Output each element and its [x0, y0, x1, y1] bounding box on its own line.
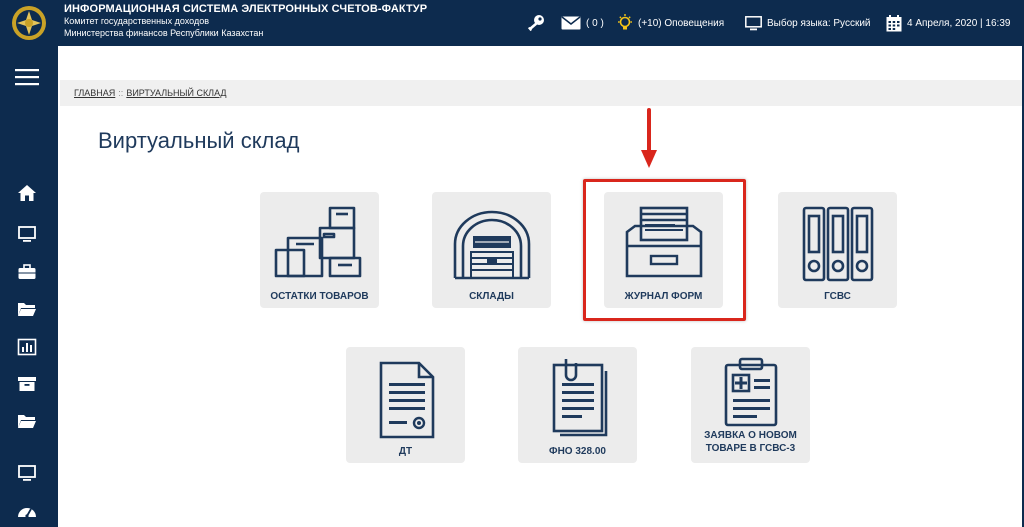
menu-icon[interactable]	[15, 68, 39, 86]
tile-dt-label: ДТ	[398, 446, 413, 457]
binders-icon	[802, 206, 873, 282]
messages-button[interactable]: ( 0 )	[561, 0, 604, 46]
monitor-icon[interactable]	[17, 225, 37, 243]
archive-icon[interactable]	[17, 375, 37, 393]
notifications-button[interactable]: (+10) Оповещения	[617, 0, 724, 46]
breadcrumb: ГЛАВНАЯ:: ВИРТУАЛЬНЫЙ СКЛАД	[74, 88, 227, 98]
chart-icon[interactable]	[17, 338, 37, 356]
tile-stock-balances[interactable]: ОСТАТКИ ТОВАРОВ	[260, 192, 379, 308]
medical-clipboard-icon	[724, 357, 777, 427]
tile-request-label-line2: ТОВАРЕ В ГСВС-3	[705, 443, 796, 454]
tile-new-goods-request[interactable]: ЗАЯВКА О НОВОМ ТОВАРЕ В ГСВС-3	[691, 347, 810, 463]
dashboard-icon[interactable]	[17, 502, 37, 520]
top-header: ИНФОРМАЦИОННАЯ СИСТЕМА ЭЛЕКТРОННЫХ СЧЕТО…	[0, 0, 1024, 46]
system-titles: ИНФОРМАЦИОННАЯ СИСТЕМА ЭЛЕКТРОННЫХ СЧЕТО…	[64, 3, 427, 39]
calendar-icon	[886, 14, 902, 31]
paperclip-documents-icon	[552, 359, 607, 437]
mail-icon	[561, 16, 581, 30]
document-seal-icon	[379, 361, 434, 439]
desktop-icon[interactable]	[17, 464, 37, 482]
tile-stock-label: ОСТАТКИ ТОВАРОВ	[270, 291, 369, 302]
boxes-icon	[274, 206, 361, 278]
datetime-text: 4 Апреля, 2020 | 16:39	[907, 17, 1011, 29]
tile-fno[interactable]: ФНО 328.00	[518, 347, 637, 463]
ministry-name: Министерства финансов Республики Казахст…	[64, 28, 264, 38]
language-selector[interactable]: Выбор языка: Русский	[745, 0, 871, 46]
page-title: Виртуальный склад	[98, 128, 300, 153]
emblem-logo	[4, 2, 54, 44]
breadcrumb-current-link[interactable]: ВИРТУАЛЬНЫЙ СКЛАД	[126, 88, 226, 98]
language-label: Выбор языка: Русский	[767, 17, 871, 29]
tile-dt[interactable]: ДТ	[346, 347, 465, 463]
bulb-icon	[618, 14, 632, 30]
breadcrumb-bar: ГЛАВНАЯ:: ВИРТУАЛЬНЫЙ СКЛАД	[60, 80, 1022, 106]
tile-request-label-line1: ЗАЯВКА О НОВОМ	[704, 430, 797, 441]
desktop-icon	[745, 15, 762, 30]
folder-icon[interactable]	[17, 300, 37, 318]
breadcrumb-separator: ::	[118, 88, 124, 98]
notifications-label: (+10) Оповещения	[638, 17, 725, 29]
home-icon[interactable]	[17, 184, 37, 202]
tile-warehouses[interactable]: СКЛАДЫ	[432, 192, 551, 308]
messages-count: ( 0 )	[586, 17, 604, 29]
breadcrumb-home-link[interactable]: ГЛАВНАЯ	[74, 88, 115, 98]
key-icon	[527, 15, 544, 32]
briefcase-icon[interactable]	[17, 263, 37, 281]
datetime-display: 4 Апреля, 2020 | 16:39	[886, 0, 1010, 46]
down-arrow-annotation	[641, 108, 657, 168]
tile-gsvs-label: ГСВС	[824, 291, 851, 302]
committee-name: Комитет государственных доходов	[64, 16, 209, 26]
tile-fno-label: ФНО 328.00	[549, 446, 606, 457]
tile-warehouses-label: СКЛАДЫ	[469, 291, 514, 302]
highlight-frame	[583, 179, 746, 321]
warehouse-icon	[453, 210, 530, 280]
system-title: ИНФОРМАЦИОННАЯ СИСТЕМА ЭЛЕКТРОННЫХ СЧЕТО…	[64, 3, 428, 15]
left-sidebar	[0, 46, 58, 527]
tile-gsvs[interactable]: ГСВС	[778, 192, 897, 308]
key-button[interactable]	[526, 0, 551, 46]
folder-open-icon[interactable]	[17, 412, 37, 430]
